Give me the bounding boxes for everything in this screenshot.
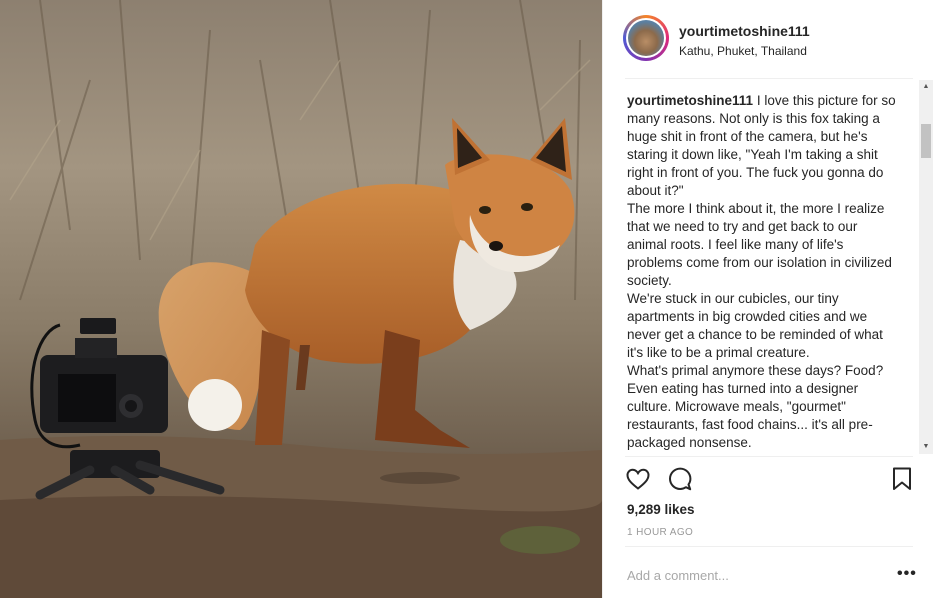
avatar[interactable] xyxy=(623,15,669,61)
up-arrow-icon[interactable]: ▲ xyxy=(919,80,933,94)
more-options-button[interactable]: ••• xyxy=(897,566,917,582)
divider xyxy=(625,456,913,457)
like-count[interactable]: 9,289 likes xyxy=(627,502,695,517)
down-arrow-icon[interactable]: ▼ xyxy=(919,440,933,454)
caption-text: I love this picture for so many reasons.… xyxy=(627,93,896,198)
fox-with-camera-image xyxy=(0,0,602,598)
divider xyxy=(625,546,913,547)
avatar-image xyxy=(628,20,664,56)
post-photo xyxy=(0,0,602,598)
caption: yourtimetoshine111 I love this picture f… xyxy=(627,92,899,456)
divider xyxy=(625,78,913,79)
caption-paragraph: The more I think about it, the more I re… xyxy=(627,201,892,288)
post-header: yourtimetoshine111 Kathu, Phuket, Thaila… xyxy=(603,0,935,78)
speech-bubble-icon xyxy=(669,467,692,491)
caption-scrollbar[interactable]: ▲ ▼ xyxy=(919,80,933,454)
action-bar xyxy=(603,466,935,492)
comment-button[interactable] xyxy=(667,466,693,492)
heart-icon xyxy=(626,468,650,490)
caption-username[interactable]: yourtimetoshine111 xyxy=(627,93,753,108)
caption-paragraph: We're stuck in our cubicles, our tiny ap… xyxy=(627,291,883,360)
like-button[interactable] xyxy=(625,466,651,492)
caption-first: yourtimetoshine111 I love this picture f… xyxy=(627,92,899,200)
bookmark-icon xyxy=(893,467,911,490)
comment-input[interactable] xyxy=(625,562,879,588)
post-timestamp: 1 HOUR AGO xyxy=(627,527,694,538)
username[interactable]: yourtimetoshine111 xyxy=(679,23,810,39)
scrollbar-thumb[interactable] xyxy=(921,124,931,158)
save-button[interactable] xyxy=(889,466,915,492)
avatar-frame xyxy=(626,18,666,58)
caption-paragraph: What's primal anymore these days? Food? … xyxy=(627,363,884,450)
location[interactable]: Kathu, Phuket, Thailand xyxy=(679,44,807,58)
post-detail-panel: yourtimetoshine111 Kathu, Phuket, Thaila… xyxy=(602,0,935,598)
